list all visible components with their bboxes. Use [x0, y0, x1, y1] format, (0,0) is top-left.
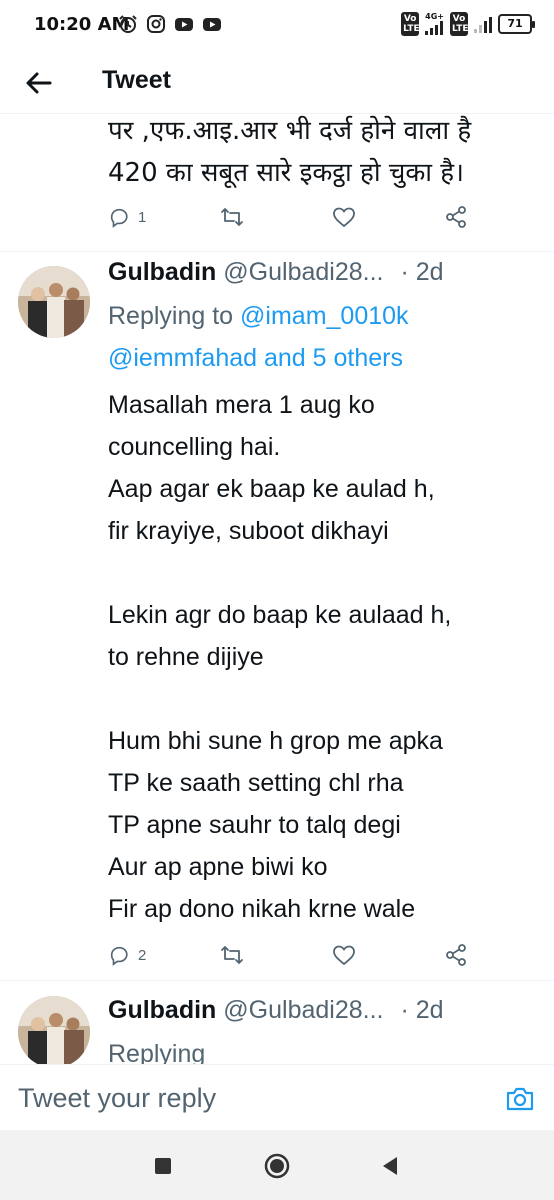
previous-tweet-line: पर ,एफ.आइ.आर भी दर्ज होने वाला है: [108, 116, 472, 146]
display-name[interactable]: Gulbadin: [108, 996, 216, 1024]
home-icon[interactable]: [263, 1152, 291, 1180]
divider: [0, 980, 554, 981]
tweet-header: Gulbadin @Gulbadi28... · 2d: [108, 258, 444, 287]
avatar-photo: [18, 996, 90, 1064]
status-notification-icons: [118, 14, 222, 34]
network-type: 4G+: [425, 12, 444, 21]
status-system-icons: Vo LTE 4G+ Vo LTE 71: [401, 12, 535, 36]
heart-icon: [333, 207, 355, 228]
signal-icon-2: [474, 15, 492, 33]
back-arrow-icon[interactable]: [22, 66, 56, 100]
replying-to-label: Replying to: [108, 302, 234, 330]
camera-icon[interactable]: [504, 1083, 536, 1115]
like-button[interactable]: [332, 944, 444, 966]
previous-tweet-actions: 1: [108, 202, 478, 232]
share-button[interactable]: [444, 205, 468, 229]
retweet-button[interactable]: [220, 944, 332, 966]
reply-tweet-actions: 2: [108, 940, 478, 970]
user-handle[interactable]: @Gulbadi28...: [223, 996, 383, 1024]
heart-icon: [333, 945, 355, 966]
status-time: 10:20 AM: [34, 14, 130, 35]
youtube-icon: [203, 18, 221, 31]
previous-tweet-line: 420 का सबूत सारे इकट्ठा हो चुका है।: [108, 158, 464, 188]
mention-link[interactable]: @iemmfahad and 5 others: [108, 344, 403, 372]
reply-input[interactable]: [18, 1079, 478, 1117]
like-button[interactable]: [332, 206, 444, 228]
reply-count: 2: [138, 946, 147, 964]
alarm-icon: [119, 15, 137, 33]
volte-badge-2: Vo LTE: [450, 12, 469, 36]
retweet-button[interactable]: [220, 206, 332, 228]
status-bar: 10:20 AM Vo LTE 4G+ Vo LTE 71: [0, 0, 554, 52]
share-icon: [446, 944, 466, 966]
battery-indicator: 71: [498, 14, 535, 34]
separator: ·: [400, 258, 409, 286]
replying-to: Replying: [108, 1040, 206, 1064]
divider: [0, 251, 554, 252]
top-app-bar: Tweet: [0, 52, 554, 114]
reply-button[interactable]: 1: [108, 206, 220, 228]
reply-composer: [0, 1064, 554, 1130]
replying-to-more: @iemmfahad and 5 others: [108, 344, 403, 373]
volte-badge: Vo LTE: [401, 12, 420, 36]
tweet-time: 2d: [415, 996, 444, 1024]
user-handle[interactable]: @Gulbadi28...: [223, 258, 383, 286]
previous-tweet-text: पर ,एफ.आइ.आर भी दर्ज होने वाला है 420 का…: [108, 114, 471, 194]
back-triangle-icon[interactable]: [376, 1152, 404, 1180]
reply-button[interactable]: 2: [108, 944, 220, 966]
avatar[interactable]: [18, 266, 90, 338]
mention-link[interactable]: @imam_0010k: [240, 302, 409, 330]
recent-apps-icon[interactable]: [149, 1152, 177, 1180]
tweet-text: Masallah mera 1 aug ko councelling hai. …: [108, 391, 452, 923]
reply-icon: [110, 208, 128, 228]
page-title: Tweet: [102, 66, 171, 94]
reply-count: 1: [138, 208, 147, 226]
tweet-header: Gulbadin @Gulbadi28... · 2d: [108, 996, 444, 1025]
youtube-icon: [175, 18, 193, 31]
system-navigation-bar: [0, 1130, 554, 1200]
signal-icon: [425, 21, 444, 35]
share-icon: [446, 206, 466, 228]
retweet-icon: [221, 946, 243, 964]
retweet-icon: [221, 208, 243, 226]
replying-to: Replying to @imam_0010k: [108, 302, 409, 331]
reply-icon: [110, 946, 128, 966]
display-name[interactable]: Gulbadin: [108, 258, 216, 286]
share-button[interactable]: [444, 943, 468, 967]
avatar[interactable]: [18, 996, 90, 1064]
instagram-icon: [147, 15, 165, 33]
tweet-thread[interactable]: पर ,एफ.आइ.आर भी दर्ज होने वाला है 420 का…: [0, 114, 554, 1064]
separator: ·: [400, 996, 409, 1024]
tweet-time: 2d: [415, 258, 444, 286]
avatar-photo: [18, 266, 90, 338]
